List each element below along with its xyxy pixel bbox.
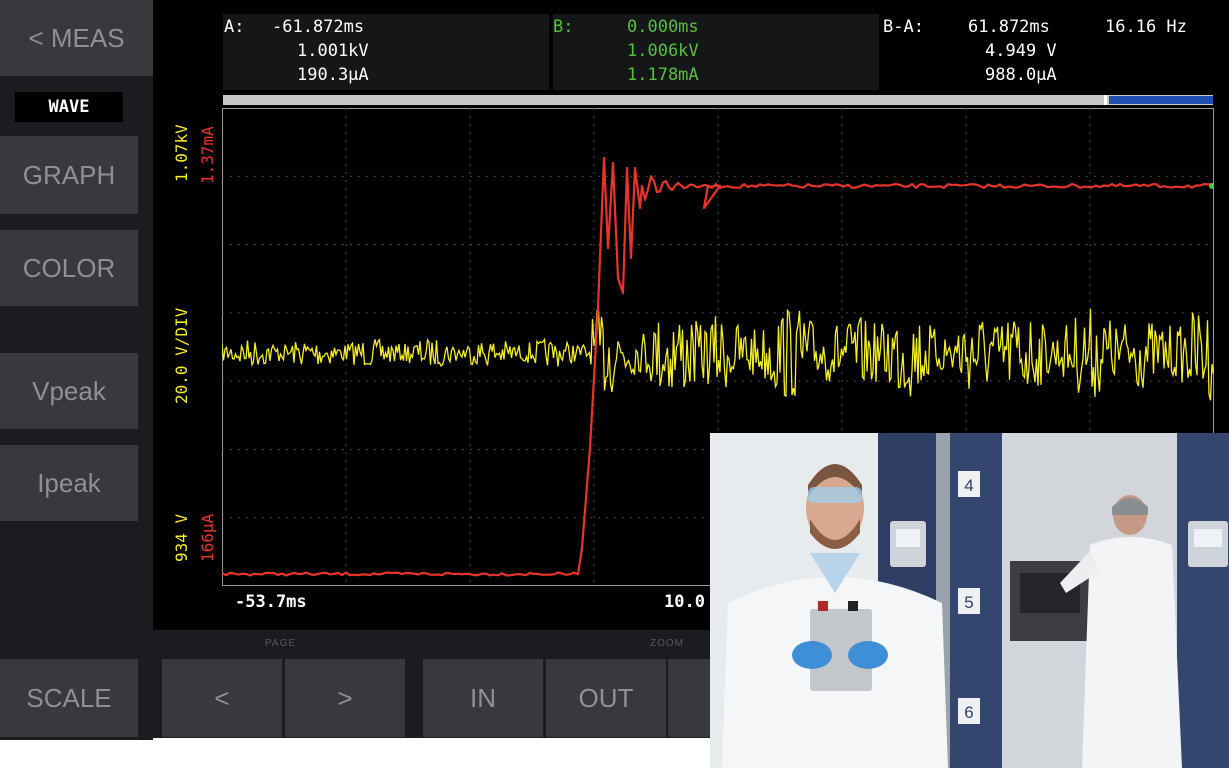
cursor-a-voltage: 1.001kV [297, 41, 369, 61]
record-position-bar[interactable] [223, 95, 1213, 105]
voltage-top-label: 1.07kV [172, 124, 191, 182]
ipeak-button[interactable]: Ipeak [0, 445, 138, 521]
vpeak-button[interactable]: Vpeak [0, 353, 138, 429]
cursor-a-time: -61.872ms [272, 17, 365, 37]
x-start-label: -53.7ms [235, 592, 307, 612]
zoom-out-button[interactable]: OUT [546, 659, 666, 737]
lab-technician-photo: 4 5 6 [710, 433, 1229, 768]
color-button[interactable]: COLOR [0, 230, 138, 306]
delta-voltage: 4.949 V [985, 41, 1057, 61]
cursor-b-voltage: 1.006kV [627, 41, 699, 61]
meas-back-button[interactable]: < MEAS [0, 0, 153, 76]
bay-number-5: 5 [964, 593, 973, 612]
delta-label: B-A: [883, 17, 924, 37]
delta-time: 61.872ms [968, 17, 1050, 37]
delta-frequency: 16.16 Hz [1105, 17, 1187, 37]
current-top-label: 1.37mA [198, 126, 217, 184]
zoom-in-button[interactable]: IN [423, 659, 543, 737]
page-prev-button[interactable]: < [162, 659, 282, 737]
cursor-b-time: 0.000ms [627, 17, 699, 37]
scale-button[interactable]: SCALE [0, 659, 138, 737]
zoom-group-label: ZOOM [650, 638, 684, 649]
current-bottom-label: 166µA [198, 513, 217, 562]
view-window-indicator [1109, 96, 1213, 104]
page-group-label: PAGE [265, 638, 297, 649]
cursor-b-current: 1.178mA [627, 65, 699, 85]
delta-current: 988.0µA [985, 65, 1057, 85]
bay-number-6: 6 [964, 703, 973, 722]
bay-number-4: 4 [964, 476, 973, 495]
voltage-bottom-label: 934 V [172, 513, 191, 562]
position-marker [1104, 95, 1107, 105]
page-next-button[interactable]: > [285, 659, 405, 737]
cursor-a-label: A: [224, 17, 245, 37]
voltage-scale-label: 20.0 V/DIV [172, 307, 191, 404]
graph-button[interactable]: GRAPH [0, 136, 138, 214]
cursor-b-label: B: [553, 17, 574, 37]
cursor-b-readout [553, 14, 879, 90]
mode-indicator: WAVE [15, 92, 123, 122]
x-center-label: 10.0 [664, 592, 705, 612]
cursor-a-current: 190.3µA [297, 65, 369, 85]
